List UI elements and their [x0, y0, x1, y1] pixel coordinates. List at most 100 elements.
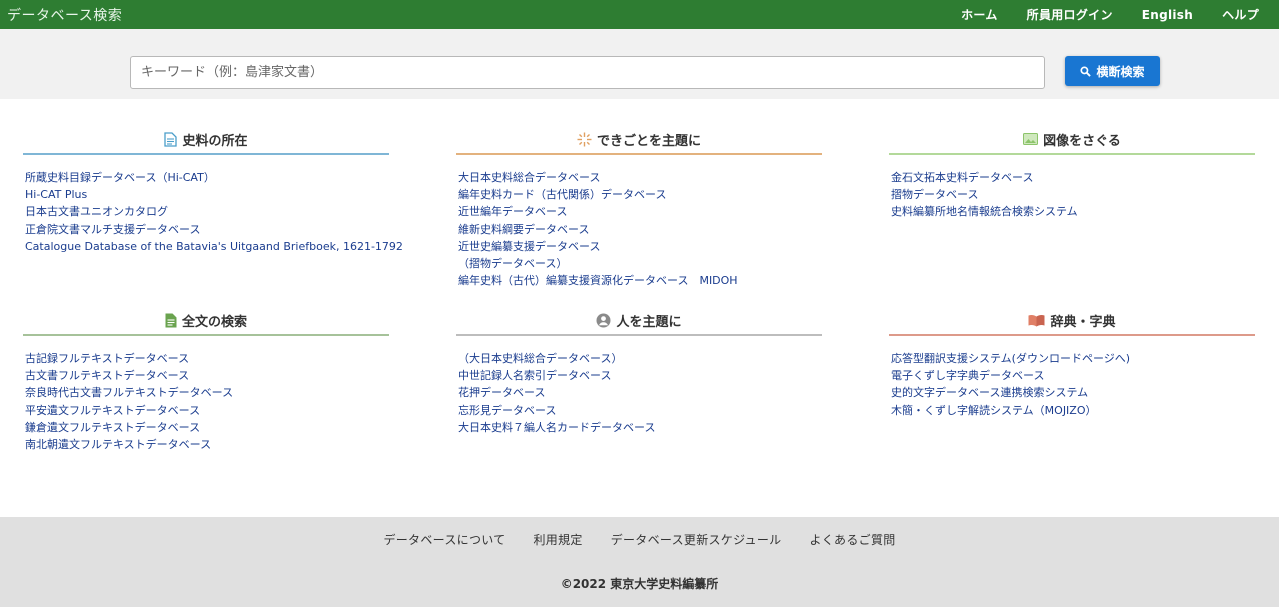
document-icon [164, 131, 178, 147]
db-link[interactable]: 大日本史料総合データベース [458, 171, 600, 184]
link-list: （大日本史料総合データベース） 中世記録人名索引データベース 花押データベース … [456, 350, 822, 436]
db-link[interactable]: 忘形見データベース [458, 404, 556, 417]
db-link[interactable]: 近世編年データベース [458, 205, 567, 218]
db-link[interactable]: 鎌倉遺文フルテキストデータベース [25, 421, 200, 434]
list-item: Catalogue Database of the Batavia's Uitg… [25, 238, 403, 255]
db-link[interactable]: 大日本史料７編人名カードデータベース [458, 421, 655, 434]
db-link[interactable]: 維新史料綱要データベース [458, 223, 589, 236]
footer-link-schedule[interactable]: データベース更新スケジュール [611, 531, 782, 548]
db-link[interactable]: 平安遺文フルテキストデータベース [25, 404, 200, 417]
list-item: 鎌倉遺文フルテキストデータベース [25, 419, 389, 436]
db-link[interactable]: 正倉院文書マルチ支援データベース [25, 223, 200, 236]
list-item: 摺物データベース [891, 186, 1255, 203]
nav-home[interactable]: ホーム [961, 6, 998, 23]
list-item: 平安遺文フルテキストデータベース [25, 402, 389, 419]
search-band: 横断検索 [0, 29, 1279, 99]
link-list: 大日本史料総合データベース 編年史料カード（古代関係）データベース 近世編年デー… [456, 169, 822, 289]
nav-staff-login[interactable]: 所員用ログイン [1027, 6, 1113, 23]
db-link[interactable]: 編年史料カード（古代関係）データベース [458, 188, 666, 201]
section-heading: 辞典・字典 [889, 307, 1255, 333]
section-heading: 全文の検索 [23, 307, 389, 333]
db-link[interactable]: 古記録フルテキストデータベース [25, 352, 189, 365]
section-divider [23, 153, 389, 155]
section-divider [23, 334, 389, 336]
footer: データベースについて 利用規定 データベース更新スケジュール よくあるご質問 ©… [0, 517, 1279, 607]
section-fulltext: 全文の検索 古記録フルテキストデータベース 古文書フルテキストデータベース 奈良… [23, 307, 389, 453]
db-link[interactable]: 木簡・くずし字解読システム（MOJIZO） [891, 404, 1097, 417]
db-link[interactable]: （摺物データベース） [458, 257, 567, 270]
list-item: 史的文字データベース連携検索システム [891, 384, 1255, 401]
search-box [130, 56, 1045, 89]
db-link[interactable]: 史的文字データベース連携検索システム [891, 386, 1088, 399]
db-link[interactable]: 日本古文書ユニオンカタログ [25, 205, 168, 218]
section-divider [889, 334, 1255, 336]
db-link[interactable]: 花押データベース [458, 386, 545, 399]
link-list: 所蔵史料目録データベース（Hi-CAT） Hi-CAT Plus 日本古文書ユニ… [23, 169, 403, 255]
list-item: 日本古文書ユニオンカタログ [25, 203, 389, 220]
search-input[interactable] [131, 57, 1044, 88]
section-heading: 図像をさぐる [889, 126, 1255, 152]
list-item: 金石文拓本史料データベース [891, 169, 1255, 186]
list-item: 所蔵史料目録データベース（Hi-CAT） [25, 169, 389, 186]
section-divider [889, 153, 1255, 155]
section-dictionaries: 辞典・字典 応答型翻訳支援システム(ダウンロードページへ) 電子くずし字字典デー… [889, 307, 1255, 419]
db-link[interactable]: （大日本史料総合データベース） [458, 352, 622, 365]
db-link[interactable]: 電子くずし字字典データベース [891, 369, 1044, 382]
footer-links: データベースについて 利用規定 データベース更新スケジュール よくあるご質問 [0, 531, 1279, 548]
db-link[interactable]: 中世記録人名索引データベース [458, 369, 611, 382]
list-item: 大日本史料総合データベース [458, 169, 822, 186]
section-people: 人を主題に （大日本史料総合データベース） 中世記録人名索引データベース 花押デ… [456, 307, 822, 436]
book-icon [1028, 314, 1045, 327]
db-link[interactable]: 古文書フルテキストデータベース [25, 369, 189, 382]
section-source-location: 史料の所在 所蔵史料目録データベース（Hi-CAT） Hi-CAT Plus 日… [23, 126, 403, 255]
db-link[interactable]: 応答型翻訳支援システム(ダウンロードページへ) [891, 352, 1130, 365]
cross-search-button[interactable]: 横断検索 [1065, 56, 1160, 86]
section-divider [456, 153, 822, 155]
list-item: Hi-CAT Plus [25, 186, 389, 203]
list-item: 花押データベース [458, 384, 822, 401]
list-item: 木簡・くずし字解読システム（MOJIZO） [891, 402, 1255, 419]
list-item: 忘形見データベース [458, 402, 822, 419]
section-title: 人を主題に [616, 314, 682, 330]
image-icon [1023, 133, 1039, 145]
list-item: 史料編纂所地名情報統合検索システム [891, 203, 1255, 220]
list-item: 正倉院文書マルチ支援データベース [25, 221, 389, 238]
list-item: 編年史料（古代）編纂支援資源化データベース MIDOH [458, 272, 822, 289]
header-bar: データベース検索 ホーム 所員用ログイン English ヘルプ [0, 0, 1279, 29]
section-title: 辞典・字典 [1050, 314, 1116, 330]
section-heading: 史料の所在 [23, 126, 389, 152]
section-heading: 人を主題に [456, 307, 822, 333]
section-events: できごとを主題に 大日本史料総合データベース 編年史料カード（古代関係）データベ… [456, 126, 822, 289]
footer-link-terms[interactable]: 利用規定 [533, 531, 582, 548]
link-list: 応答型翻訳支援システム(ダウンロードページへ) 電子くずし字字典データベース 史… [889, 350, 1255, 419]
site-title[interactable]: データベース検索 [7, 5, 122, 25]
list-item: （摺物データベース） [458, 255, 822, 272]
section-title: できごとを主題に [596, 133, 701, 149]
db-link[interactable]: 編年史料（古代）編纂支援資源化データベース MIDOH [458, 274, 738, 287]
db-link[interactable]: 摺物データベース [891, 188, 978, 201]
section-heading: できごとを主題に [456, 126, 822, 152]
db-link[interactable]: 奈良時代古文書フルテキストデータベース [25, 386, 233, 399]
list-item: 近世史編纂支援データベース [458, 238, 822, 255]
db-link[interactable]: 近世史編纂支援データベース [458, 240, 600, 253]
cross-search-label: 横断検索 [1096, 64, 1145, 79]
list-item: 大日本史料７編人名カードデータベース [458, 419, 822, 436]
list-item: 古文書フルテキストデータベース [25, 367, 389, 384]
list-item: 近世編年データベース [458, 203, 822, 220]
footer-link-faq[interactable]: よくあるご質問 [809, 531, 895, 548]
list-item: 電子くずし字字典データベース [891, 367, 1255, 384]
list-item: 維新史料綱要データベース [458, 221, 822, 238]
db-link[interactable]: Hi-CAT Plus [25, 188, 87, 201]
db-link[interactable]: 所蔵史料目録データベース（Hi-CAT） [25, 171, 215, 184]
footer-link-about[interactable]: データベースについて [383, 531, 505, 548]
section-title: 図像をさぐる [1043, 133, 1121, 149]
person-icon [596, 313, 611, 328]
section-title: 全文の検索 [181, 314, 247, 330]
nav-english[interactable]: English [1142, 8, 1193, 22]
db-link[interactable]: Catalogue Database of the Batavia's Uitg… [25, 240, 403, 253]
db-link[interactable]: 史料編纂所地名情報統合検索システム [891, 205, 1078, 218]
db-link[interactable]: 金石文拓本史料データベース [891, 171, 1033, 184]
db-link[interactable]: 南北朝遺文フルテキストデータベース [25, 438, 211, 451]
copyright: ©2022 東京大学史料編纂所 [560, 577, 719, 591]
nav-help[interactable]: ヘルプ [1222, 6, 1259, 23]
